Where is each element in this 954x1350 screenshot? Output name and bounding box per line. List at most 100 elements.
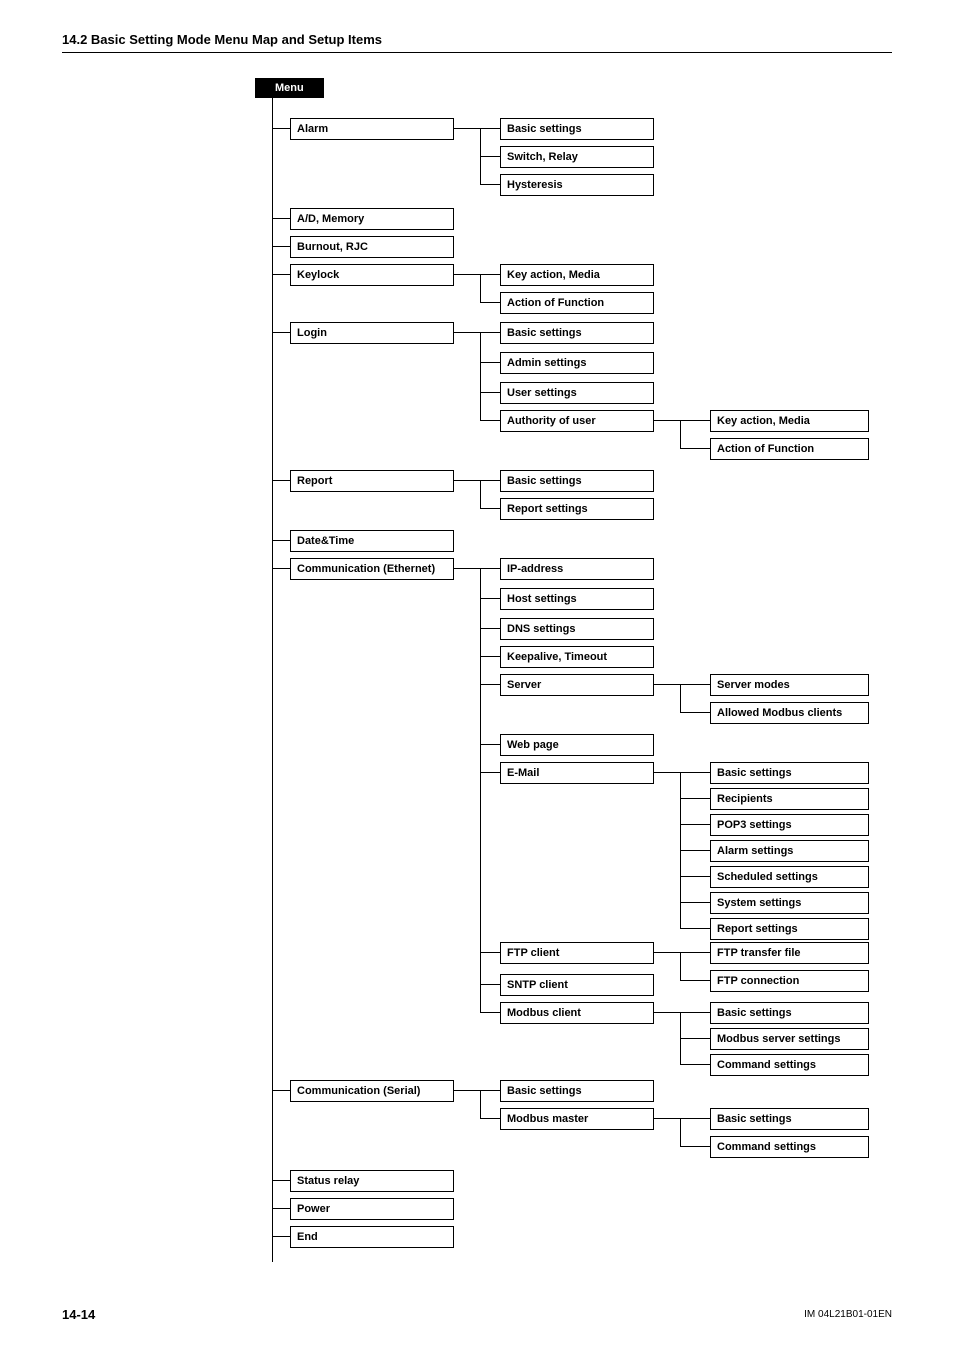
node-login-admin: Admin settings xyxy=(500,352,654,374)
conn xyxy=(654,420,680,421)
conn xyxy=(454,332,480,333)
node-email-system: System settings xyxy=(710,892,869,914)
conn xyxy=(480,656,500,657)
conn xyxy=(272,274,290,275)
conn xyxy=(454,568,480,569)
node-sntp-client: SNTP client xyxy=(500,974,654,996)
conn xyxy=(480,392,500,393)
conn xyxy=(654,684,680,685)
conn xyxy=(680,850,710,851)
conn xyxy=(480,952,500,953)
conn xyxy=(272,1208,290,1209)
menu-tab: Menu xyxy=(255,78,324,98)
conn xyxy=(480,568,481,1012)
conn xyxy=(680,952,710,953)
heading-underline xyxy=(62,52,892,53)
node-auth-action: Action of Function xyxy=(710,438,869,460)
node-modbus-client: Modbus client xyxy=(500,1002,654,1024)
conn xyxy=(480,184,500,185)
conn xyxy=(680,798,710,799)
node-login: Login xyxy=(290,322,454,344)
conn xyxy=(272,218,290,219)
conn xyxy=(480,480,500,481)
node-keepalive: Keepalive, Timeout xyxy=(500,646,654,668)
node-login-basic: Basic settings xyxy=(500,322,654,344)
page-number: 14-14 xyxy=(62,1307,95,1322)
conn xyxy=(680,684,710,685)
node-modbus-master: Modbus master xyxy=(500,1108,654,1130)
conn xyxy=(480,744,500,745)
conn xyxy=(454,480,480,481)
node-email-scheduled: Scheduled settings xyxy=(710,866,869,888)
node-login-authority: Authority of user xyxy=(500,410,654,432)
doc-id: IM 04L21B01-01EN xyxy=(804,1309,892,1320)
conn xyxy=(454,274,480,275)
conn xyxy=(680,448,710,449)
node-email-basic: Basic settings xyxy=(710,762,869,784)
node-master-command: Command settings xyxy=(710,1136,869,1158)
node-alarm: Alarm xyxy=(290,118,454,140)
node-modbus-basic: Basic settings xyxy=(710,1002,869,1024)
node-email: E-Mail xyxy=(500,762,654,784)
conn xyxy=(272,246,290,247)
conn xyxy=(480,156,500,157)
conn xyxy=(480,420,500,421)
conn xyxy=(680,1146,710,1147)
node-alarm-hysteresis: Hysteresis xyxy=(500,174,654,196)
node-end: End xyxy=(290,1226,454,1248)
node-dns-settings: DNS settings xyxy=(500,618,654,640)
node-login-user: User settings xyxy=(500,382,654,404)
node-report: Report xyxy=(290,470,454,492)
conn xyxy=(454,128,480,129)
node-modbus-command: Command settings xyxy=(710,1054,869,1076)
conn xyxy=(480,302,500,303)
node-comm-ethernet: Communication (Ethernet) xyxy=(290,558,454,580)
node-email-recipients: Recipients xyxy=(710,788,869,810)
node-host-settings: Host settings xyxy=(500,588,654,610)
node-report-basic: Basic settings xyxy=(500,470,654,492)
conn xyxy=(480,274,500,275)
node-keylock-action: Action of Function xyxy=(500,292,654,314)
conn xyxy=(680,1064,710,1065)
conn xyxy=(272,1180,290,1181)
node-keylock-key: Key action, Media xyxy=(500,264,654,286)
node-email-report: Report settings xyxy=(710,918,869,940)
node-master-basic: Basic settings xyxy=(710,1108,869,1130)
conn xyxy=(654,1118,680,1119)
conn xyxy=(680,928,710,929)
conn xyxy=(480,1090,500,1091)
node-alarm-basic: Basic settings xyxy=(500,118,654,140)
node-ad-memory: A/D, Memory xyxy=(290,208,454,230)
node-server-modes: Server modes xyxy=(710,674,869,696)
conn xyxy=(680,902,710,903)
conn xyxy=(480,1090,481,1118)
conn xyxy=(480,362,500,363)
node-modbus-server-settings: Modbus server settings xyxy=(710,1028,869,1050)
conn xyxy=(480,274,481,302)
node-ftp-connection: FTP connection xyxy=(710,970,869,992)
conn xyxy=(480,332,481,420)
conn xyxy=(680,824,710,825)
conn xyxy=(680,772,710,773)
node-report-settings: Report settings xyxy=(500,498,654,520)
node-burnout: Burnout, RJC xyxy=(290,236,454,258)
node-server: Server xyxy=(500,674,654,696)
conn xyxy=(480,568,500,569)
conn xyxy=(272,1090,290,1091)
conn xyxy=(480,628,500,629)
node-email-pop3: POP3 settings xyxy=(710,814,869,836)
conn xyxy=(654,952,680,953)
conn xyxy=(680,1012,710,1013)
conn xyxy=(480,508,500,509)
conn xyxy=(680,420,710,421)
conn xyxy=(680,684,681,712)
conn xyxy=(272,332,290,333)
conn xyxy=(680,420,681,448)
node-power: Power xyxy=(290,1198,454,1220)
conn xyxy=(480,480,481,508)
conn xyxy=(680,876,710,877)
conn xyxy=(480,772,500,773)
node-alarm-switch: Switch, Relay xyxy=(500,146,654,168)
conn xyxy=(272,128,290,129)
conn xyxy=(680,1118,681,1146)
